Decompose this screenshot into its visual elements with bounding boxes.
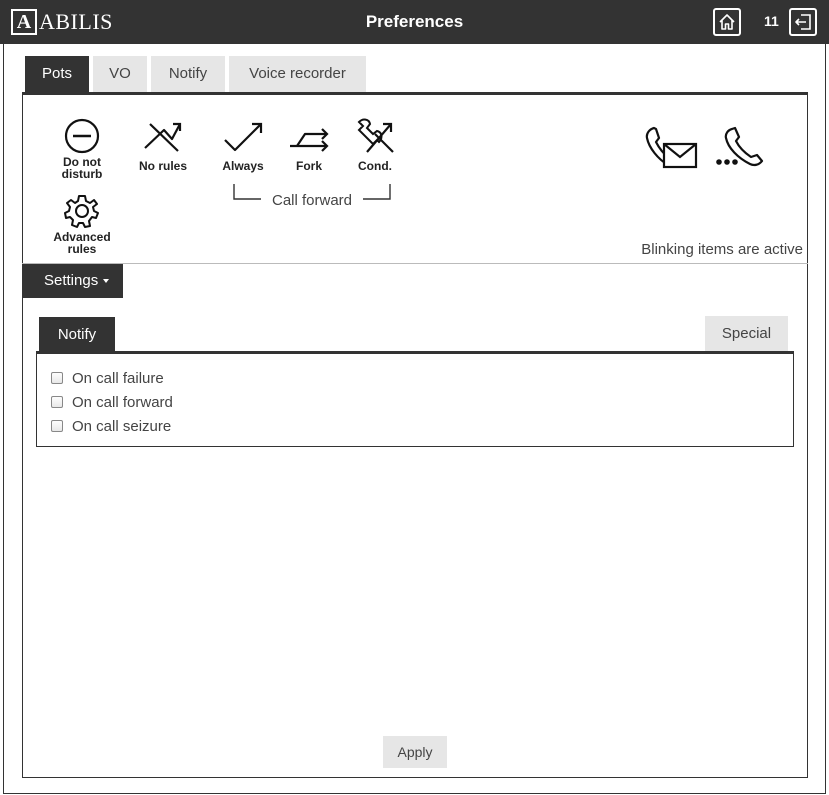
cond-button[interactable]: Cond. [352, 116, 398, 172]
option-on-call-seizure[interactable]: On call seizure [51, 417, 171, 435]
gear-icon [64, 195, 99, 228]
tab-pots[interactable]: Pots [25, 56, 89, 92]
option-label: On call seizure [72, 417, 172, 435]
checkbox[interactable] [51, 396, 63, 408]
advanced-rules-label: Advanced rules [53, 230, 111, 256]
advanced-rules-button[interactable]: Advanced rules [50, 193, 114, 255]
logout-button[interactable] [789, 8, 817, 36]
session-counter: 11 [764, 13, 779, 29]
home-button[interactable] [713, 8, 741, 36]
abilis-logo: A ABILIS [11, 9, 113, 35]
title-bar: A ABILIS Preferences 11 [0, 0, 829, 44]
always-forward-icon [224, 122, 263, 152]
do-not-disturb-button[interactable]: Do not disturb [52, 118, 112, 180]
voicemail-button[interactable] [644, 126, 698, 170]
checkbox[interactable] [51, 372, 63, 384]
fork-icon [290, 128, 329, 152]
option-label: On call forward [72, 393, 173, 411]
option-label: On call failure [72, 369, 164, 387]
settings-dropdown[interactable]: Settings [22, 264, 123, 298]
home-icon [719, 14, 735, 30]
apply-button[interactable]: Apply [383, 736, 447, 768]
divider [22, 263, 808, 264]
tab-notify[interactable]: Notify [151, 56, 225, 92]
option-on-call-forward[interactable]: On call forward [51, 393, 173, 411]
fork-button[interactable]: Fork [286, 120, 332, 172]
page-title: Preferences [365, 12, 464, 31]
tab-inner-special[interactable]: Special [705, 316, 788, 352]
do-not-disturb-icon [64, 118, 100, 154]
settings-label: Settings [44, 272, 99, 289]
no-rules-icon [144, 122, 182, 152]
logo-text: ABILIS [39, 9, 113, 34]
checkbox[interactable] [51, 420, 63, 432]
phone-dots-icon [716, 126, 764, 167]
option-on-call-failure[interactable]: On call failure [51, 369, 164, 387]
top-tabs: Pots VO Notify Voice recorder [25, 56, 370, 92]
call-forward-label: Call forward [262, 192, 362, 209]
no-rules-button[interactable]: No rules [134, 120, 192, 172]
always-label: Always [222, 159, 264, 173]
no-rules-label: No rules [138, 159, 187, 173]
logout-icon [795, 14, 811, 30]
notify-options-box: On call failure On call forward On call … [36, 351, 794, 447]
caret-down-icon [103, 279, 110, 284]
blinking-note: Blinking items are active [641, 241, 803, 258]
cond-label: Cond. [358, 159, 392, 173]
call-waiting-button[interactable] [714, 126, 766, 170]
always-button[interactable]: Always [218, 120, 268, 172]
fork-label: Fork [295, 159, 322, 173]
tab-inner-notify[interactable]: Notify [39, 317, 115, 352]
tab-vo[interactable]: VO [93, 56, 147, 92]
do-not-disturb-label: Do not disturb [61, 155, 103, 181]
phone-mail-icon [645, 126, 698, 169]
logo-letter: A [11, 9, 37, 35]
conditional-forward-icon [357, 118, 394, 153]
tab-voice-recorder[interactable]: Voice recorder [229, 56, 366, 92]
